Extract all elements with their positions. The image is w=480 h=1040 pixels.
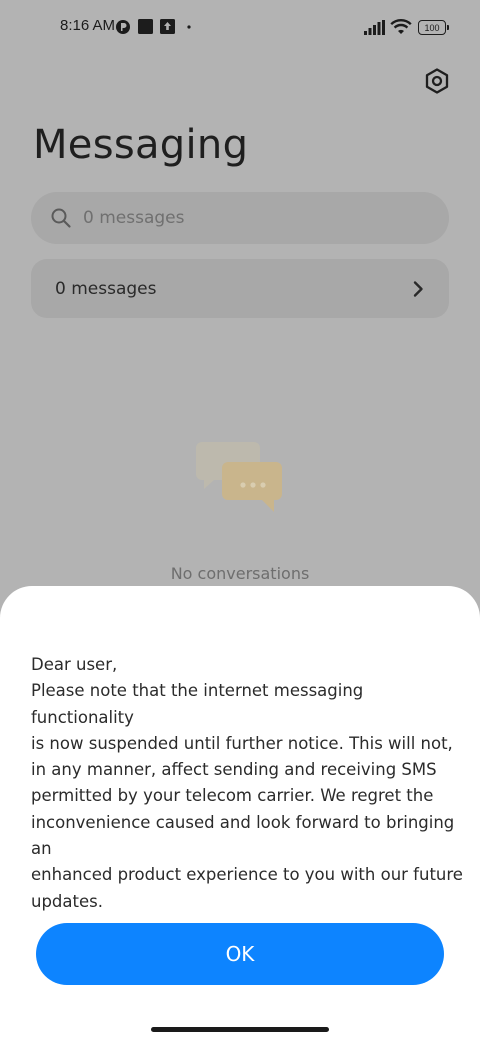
search-icon — [51, 208, 71, 228]
dialog-message: Dear user, Please note that the internet… — [31, 655, 463, 911]
ok-button[interactable]: OK — [36, 923, 444, 985]
battery-level: 100 — [424, 22, 440, 33]
settings-icon — [425, 68, 449, 94]
chat-bubbles-icon — [196, 442, 282, 512]
search-input[interactable] — [83, 208, 383, 228]
status-bar: 8:16 AM 100 — [0, 0, 480, 56]
status-time: 8:16 AM — [60, 17, 116, 34]
messages-row[interactable]: 0 messages — [31, 259, 449, 318]
more-notifications-dot-icon — [187, 25, 191, 29]
wifi-icon — [390, 19, 412, 34]
upload-notification-icon — [160, 19, 175, 34]
chevron-right-icon — [413, 280, 423, 297]
square-notification-icon — [138, 19, 153, 34]
page-title: Messaging — [33, 122, 249, 168]
app-notification-icon — [116, 20, 130, 34]
notice-dialog: Dear user, Please note that the internet… — [0, 586, 480, 1040]
search-bar[interactable] — [31, 192, 449, 244]
battery-icon: 100 — [418, 20, 449, 35]
home-indicator[interactable] — [151, 1027, 329, 1032]
messages-row-label: 0 messages — [55, 278, 157, 299]
settings-button[interactable] — [422, 66, 452, 96]
empty-state-text: No conversations — [170, 564, 310, 583]
signal-icon — [364, 20, 385, 35]
